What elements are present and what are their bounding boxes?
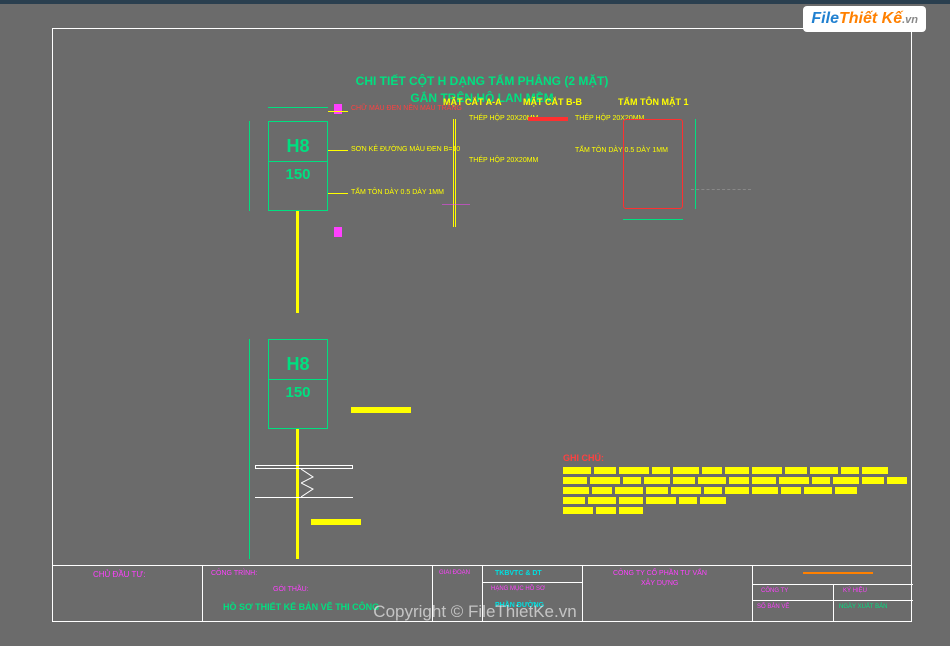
tb-phan-duong: PHẦN ĐƯỜNG [495, 602, 544, 609]
dim-v2 [249, 339, 250, 559]
tb-xd: XÂY DỰNG [641, 580, 678, 587]
tb-tktc: TKBVTC & DT [495, 570, 542, 577]
tb-tu-van: CÔNG TY CỔ PHẦN TƯ VẤN [613, 570, 707, 577]
anno-thep-2: THÉP HỘP 20X20MM [469, 157, 538, 164]
titleblock: CHỦ ĐẦU TƯ: CÔNG TRÌNH: GÓI THẦU: HỒ SƠ … [53, 565, 911, 621]
section-marker-a2 [334, 227, 342, 237]
arrow-2 [328, 150, 348, 151]
section-marker-a1 [334, 104, 342, 114]
tb-cong-ty: CÔNG TY [761, 588, 788, 594]
logo-mid: Thiết Kế [839, 10, 902, 27]
tb-ho-so: HỒ SƠ THIẾT KẾ BẢN VẼ THI CÔNG [223, 602, 379, 612]
section-aa-post [453, 119, 456, 227]
tb-hang-muc: HẠNG MỤC HỒ SƠ [491, 586, 545, 592]
tb-v-div [833, 584, 834, 622]
logo-suffix: .vn [902, 14, 918, 26]
anno-tam-ton: TẤM TÔN DÀY 0.5 DÀY 1MM [351, 189, 444, 196]
sign2-divider [269, 379, 327, 380]
sign2-km: 150 [269, 384, 327, 401]
tb-chu-dau-tu: CHỦ ĐẦU TƯ: [93, 570, 145, 579]
anno-son-ke: SƠN KẺ ĐƯỜNG MÀU ĐEN B=10 [351, 146, 460, 153]
label-mc-bb: MẶT CẮT B-B [523, 97, 582, 107]
label-tam-ton: TẤM TÔN MẶT 1 [618, 97, 689, 107]
tb-cell-5: CÔNG TY CỔ PHẦN TƯ VẤN XÂY DỰNG [583, 566, 753, 622]
tb-cell-6: CÔNG TY KÝ HIỆU SỐ BẢN VẼ NGÀY XUẤT BẢN [753, 566, 913, 622]
title-line1: CHI TIẾT CỘT H DẠNG TẤM PHẲNG (2 MẶT) [53, 73, 911, 90]
sign-guardrail: H8 150 [268, 339, 328, 429]
tb-ky-hieu: KÝ HIỆU [843, 588, 867, 594]
tb-cell-1: CHỦ ĐẦU TƯ: [53, 566, 203, 622]
tb-cell-2: CÔNG TRÌNH: GÓI THẦU: HỒ SƠ THIẾT KẾ BẢN… [203, 566, 433, 622]
tam-ton-dim-v [695, 119, 696, 209]
tb-cong-trinh: CÔNG TRÌNH: [211, 570, 257, 577]
tb-giai-doan: GIAI ĐOẠN [439, 570, 470, 576]
note-row-2 [563, 477, 907, 484]
anno-block-2 [311, 519, 361, 525]
note-row-1 [563, 467, 888, 474]
post-2 [296, 429, 299, 559]
arrow-1 [328, 111, 348, 112]
arrow-3 [328, 193, 348, 194]
note-row-5 [563, 507, 643, 514]
tb-cell-4: TKBVTC & DT HẠNG MỤC HỒ SƠ PHẦN ĐƯỜNG [483, 566, 583, 622]
post-1 [296, 211, 299, 313]
tam-ton-box [623, 119, 683, 209]
sign-divider [269, 161, 327, 162]
dim-h1 [268, 107, 328, 108]
dim-v1 [249, 121, 250, 211]
note-row-3 [563, 487, 857, 494]
w-beam [301, 469, 339, 497]
drawing-frame: CHI TIẾT CỘT H DẠNG TẤM PHẲNG (2 MẶT) GẮ… [52, 28, 912, 622]
tb-cell-3: GIAI ĐOẠN [433, 566, 483, 622]
tb-orange-bar [803, 572, 873, 574]
note-row-4 [563, 497, 726, 504]
anno-block-1 [351, 407, 411, 413]
tb-ngay: NGÀY XUẤT BẢN [839, 604, 887, 610]
rail-line [255, 497, 353, 499]
tb-goi-thau: GÓI THẦU: [273, 586, 309, 593]
anno-chu-mau: CHỮ MÀU ĐEN NỀN MÀU TRẮNG [351, 105, 462, 112]
mc-aa-btm: ―――― [442, 201, 470, 208]
sign-h8: H8 [269, 136, 327, 157]
tb-so-bv: SỐ BẢN VẼ [757, 604, 789, 610]
sign2-h8: H8 [269, 354, 327, 375]
sign-km: 150 [269, 166, 327, 183]
ghichu-header: GHI CHÚ: [563, 453, 604, 463]
section-bb-bar [528, 117, 568, 121]
sign-front: H8 150 [268, 121, 328, 211]
dash-line [691, 189, 751, 190]
top-bar [0, 0, 950, 4]
logo-prefix: File [811, 10, 839, 27]
tam-ton-dim-h [623, 219, 683, 220]
